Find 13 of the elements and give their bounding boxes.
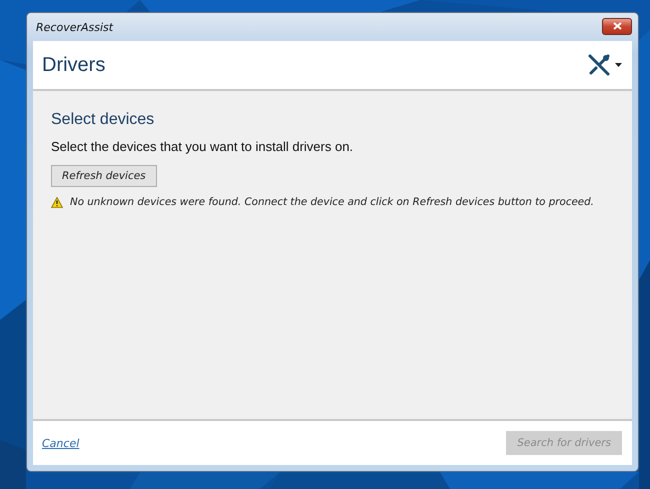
- warning-message: No unknown devices were found. Connect the device and click on Refresh devices button to proceed.: [70, 196, 594, 208]
- caret-icon: [615, 63, 622, 67]
- section-heading: Select devices: [51, 111, 156, 129]
- close-icon: [612, 22, 622, 30]
- tools-menu-button[interactable]: [587, 53, 622, 77]
- window-title: RecoverAssist: [35, 20, 114, 34]
- close-button[interactable]: [602, 18, 632, 34]
- page-title: Drivers: [42, 54, 106, 76]
- warning-icon: [51, 196, 63, 208]
- refresh-button[interactable]: Refresh devices: [51, 165, 157, 187]
- instruction-text: Select the devices that you want to install drivers on.: [51, 139, 354, 154]
- tools-icon: [587, 53, 611, 77]
- cancel-link[interactable]: Cancel: [42, 436, 80, 450]
